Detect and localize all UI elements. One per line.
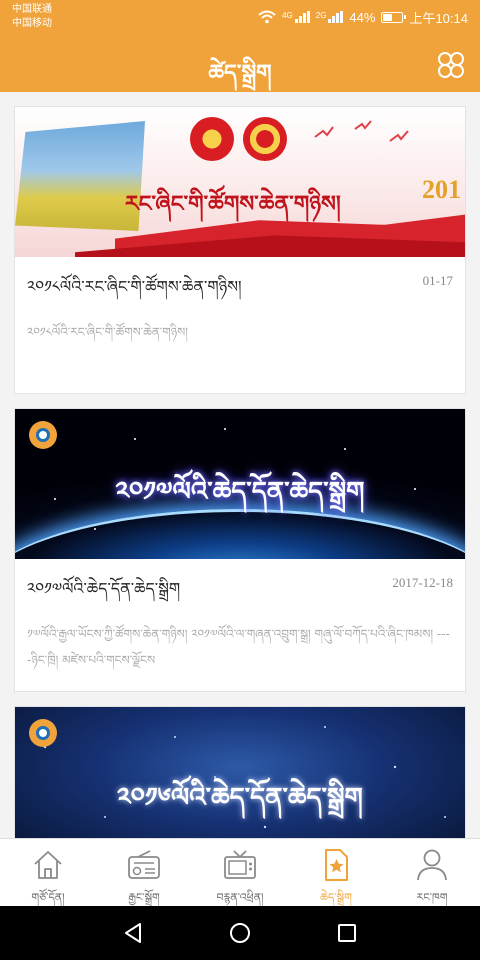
home-icon	[34, 851, 62, 879]
special-topics-feed[interactable]: རང་ཞིང་གི་ཚོགས་ཆེན་གཉིས། 201 ༢༠༡༨ལོའི་རང…	[0, 92, 480, 838]
channel-logo-icon	[29, 719, 57, 747]
signal-2-tag: 2G	[315, 11, 327, 20]
system-navigation-bar	[0, 906, 480, 960]
back-triangle-icon[interactable]	[121, 921, 145, 945]
wifi-icon	[258, 10, 276, 24]
topic-card[interactable]: རང་ཞིང་གི་ཚོགས་ཆེན་གཉིས། 201 ༢༠༡༨ལོའི་རང…	[14, 106, 466, 394]
battery-percent: 44%	[349, 9, 376, 25]
topic-date: 01-17	[422, 273, 453, 288]
topic-title[interactable]: ༢༠༡༧ལོའི་ཆེད་དོན་ཆེད་སྒྲིག	[27, 571, 357, 616]
app-bar: ཚེད་སྒྲིག	[0, 36, 480, 92]
user-icon	[417, 849, 447, 881]
banner-year: 201	[422, 175, 461, 204]
status-indicators: 4G 2G 44% 上午10:14	[258, 8, 468, 26]
nav-item-radio[interactable]: རྒྱང་སྒྲོག	[96, 839, 192, 906]
topic-title[interactable]: ༢༠༡༨ལོའི་རང་ཞིང་གི་ཚོགས་ཆེན་གཉིས།	[27, 269, 357, 314]
bottom-nav: གཙོ་དོན། རྒྱང་སྒྲོག བརྙན་འཕྲིན། ཆེད་སྒྲི…	[0, 838, 480, 906]
topic-summary: ༡༧ལོའི་རྒྱལ་ཡོངས་ཀྱི་ཚོགས་ཆེན་གཉིས། ༢༠༡༧…	[27, 627, 450, 667]
nav-item-special-topics[interactable]: ཆེད་སྒྲིག	[288, 839, 384, 906]
carrier-names: 中国联通 中国移动	[12, 3, 52, 31]
nav-item-home[interactable]: གཙོ་དོན།	[0, 839, 96, 906]
national-emblem-icon	[190, 117, 234, 161]
radio-icon	[128, 850, 160, 879]
banner-title: ༢༠༡༧ལོའི་ཆེད་དོན་ཆེད་སྒྲིག	[115, 477, 365, 507]
topic-card[interactable]: ༢༠༡༧ལོའི་ཆེད་དོན་ཆེད་སྒྲིག ༢༠༡༧ལོའི་ཆེད་…	[14, 408, 466, 692]
carrier-1: 中国联通	[12, 4, 52, 15]
topic-banner-image[interactable]: ༢༠༡༧ལོའི་ཆེད་དོན་ཆེད་སྒྲིག	[15, 409, 465, 559]
signal-2-icon: 2G	[316, 11, 344, 23]
grid-menu-icon[interactable]	[436, 50, 466, 80]
channel-logo-icon	[29, 421, 57, 449]
nav-item-tv[interactable]: བརྙན་འཕྲིན།	[192, 839, 288, 906]
carrier-2: 中国移动	[12, 18, 52, 29]
nav-item-profile[interactable]: རང་ཁག	[384, 839, 480, 906]
tv-icon	[224, 850, 256, 879]
banner-title: ༢༠༡༦ལོའི་ཆེད་དོན་ཆེད་སྒྲིག	[117, 783, 363, 813]
signal-1-tag: 4G	[282, 11, 293, 20]
topic-summary: ༢༠༡༨ལོའི་རང་ཞིང་གི་ཚོགས་ཆེན་གཉིས།	[27, 325, 188, 339]
doves-graphic	[314, 120, 409, 142]
home-circle-icon[interactable]	[228, 921, 252, 945]
star-bookmark-icon	[325, 849, 348, 881]
topic-card[interactable]: ༢༠༡༦ལོའི་ཆེད་དོན་ཆེད་སྒྲིག	[14, 706, 466, 838]
clock: 上午10:14	[409, 10, 468, 26]
status-bar: 中国联通 中国移动 4G 2G 44% 上午10:14	[0, 0, 480, 36]
battery-icon	[381, 11, 407, 23]
recents-square-icon[interactable]	[335, 921, 359, 945]
signal-1-icon: 4G	[282, 11, 310, 23]
topic-banner-image[interactable]: ༢༠༡༦ལོའི་ཆེད་དོན་ཆེད་སྒྲིག	[15, 707, 465, 838]
topic-banner-image[interactable]: རང་ཞིང་གི་ཚོགས་ཆེན་གཉིས། 201	[15, 107, 465, 257]
cppcc-emblem-icon	[243, 117, 287, 161]
topic-date: 2017-12-18	[392, 575, 453, 590]
